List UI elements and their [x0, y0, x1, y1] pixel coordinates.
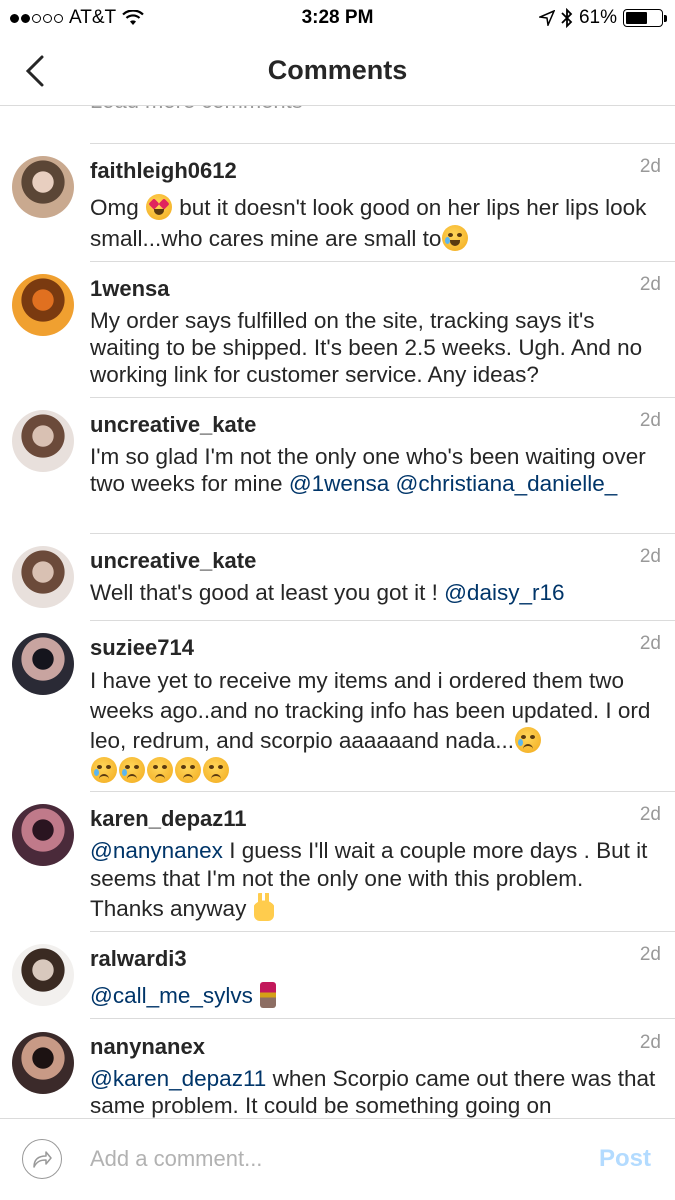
share-button[interactable]: [22, 1139, 62, 1179]
status-right: 61%: [538, 7, 667, 29]
comment-divider: [90, 931, 675, 932]
mention-link[interactable]: @daisy_r16: [444, 580, 564, 605]
comment-timestamp: 2d: [639, 156, 661, 177]
chevron-left-icon: [25, 55, 44, 87]
comment-text: My order says fulfilled on the site, tra…: [90, 308, 649, 387]
comment-text: I'm so glad I'm not the only one who's b…: [90, 444, 652, 496]
location-arrow-icon: [538, 10, 555, 26]
mention-link[interactable]: @nanynanex: [90, 838, 223, 863]
comment-username[interactable]: uncreative_kate: [90, 412, 256, 438]
avatar[interactable]: [12, 633, 74, 695]
comment-text: @karen_depaz11 when Scorpio came out the…: [90, 1066, 662, 1118]
page-title: Comments: [267, 55, 408, 85]
comment-username[interactable]: karen_depaz11: [90, 806, 247, 832]
share-arrow-icon: [33, 1151, 52, 1168]
comment-divider: [90, 620, 675, 621]
comment-text: Omg but it doesn't look good on her lips…: [90, 194, 653, 251]
comment-username[interactable]: suziee714: [90, 635, 194, 661]
comment-divider: [90, 261, 675, 262]
bluetooth-icon: [561, 8, 573, 28]
mention-link[interactable]: @call_me_sylvs: [90, 983, 253, 1008]
comment-text: Well that's good at least you got it ! @…: [90, 580, 565, 605]
crying-emoji-icon: [515, 727, 542, 753]
avatar[interactable]: [12, 804, 74, 866]
signal-strength-icon: [10, 13, 63, 23]
back-button[interactable]: [24, 54, 56, 88]
laughing-tears-emoji-icon: [442, 225, 469, 251]
battery-icon: [623, 9, 667, 27]
carrier-label: AT&T: [69, 7, 117, 28]
comment-username[interactable]: nanynanex: [90, 1034, 205, 1060]
comment-text: @nanynanex I guess I'll wait a couple mo…: [90, 838, 654, 921]
avatar[interactable]: [12, 274, 74, 336]
lipstick-emoji-icon: [260, 982, 277, 1008]
comment-composer: Post: [0, 1118, 675, 1200]
avatar[interactable]: [12, 156, 74, 218]
avatar[interactable]: [12, 546, 74, 608]
crying-emoji-icon: [91, 757, 117, 783]
comment-timestamp: 2d: [639, 944, 661, 965]
comment-username[interactable]: uncreative_kate: [90, 548, 256, 574]
battery-percent: 61%: [578, 7, 617, 28]
comment-divider: [90, 533, 675, 534]
pensive-emoji-icon: [203, 757, 229, 783]
victory-hand-emoji-icon: [253, 893, 274, 921]
avatar[interactable]: [12, 1032, 74, 1094]
comment-text: I have yet to receive my items and i ord…: [90, 666, 662, 786]
pensive-emoji-icon: [175, 757, 201, 783]
mention-link[interactable]: @karen_depaz11: [90, 1066, 266, 1091]
post-button[interactable]: Post: [599, 1145, 651, 1173]
comment-timestamp: 2d: [639, 410, 661, 431]
comment-username[interactable]: faithleigh0612: [90, 158, 237, 184]
comment-divider: [90, 397, 675, 398]
avatar[interactable]: [12, 944, 74, 1006]
comment-divider: [90, 1018, 675, 1019]
comment-timestamp: 2d: [639, 546, 661, 567]
comment-username[interactable]: 1wensa: [90, 276, 170, 302]
mention-link[interactable]: @christiana_danielle_: [396, 471, 618, 496]
comments-list[interactable]: Load more comments faithleigh0612 2d Omg b…: [0, 106, 675, 1118]
comment-timestamp: 2d: [639, 633, 661, 654]
nav-bar: Comments: [0, 36, 675, 106]
battery-fill: [626, 12, 647, 24]
load-more-comments-link[interactable]: Load more comments: [90, 106, 303, 114]
mention-link[interactable]: @1wensa: [289, 471, 389, 496]
wifi-icon: [122, 10, 144, 25]
comment-username[interactable]: ralwardi3: [90, 946, 187, 972]
comment-timestamp: 2d: [639, 274, 661, 295]
crying-emoji-icon: [119, 757, 145, 783]
status-left: AT&T: [10, 7, 144, 29]
avatar[interactable]: [12, 410, 74, 472]
comment-divider: [90, 143, 675, 144]
comment-timestamp: 2d: [639, 804, 661, 825]
heart-eyes-emoji-icon: [146, 194, 173, 220]
comment-timestamp: 2d: [639, 1032, 661, 1053]
comment-divider: [90, 791, 675, 792]
comment-input[interactable]: [90, 1141, 560, 1177]
status-bar: AT&T 3:28 PM 61%: [0, 0, 675, 36]
pensive-emoji-icon: [147, 757, 173, 783]
comment-text: @call_me_sylvs: [90, 977, 662, 1015]
